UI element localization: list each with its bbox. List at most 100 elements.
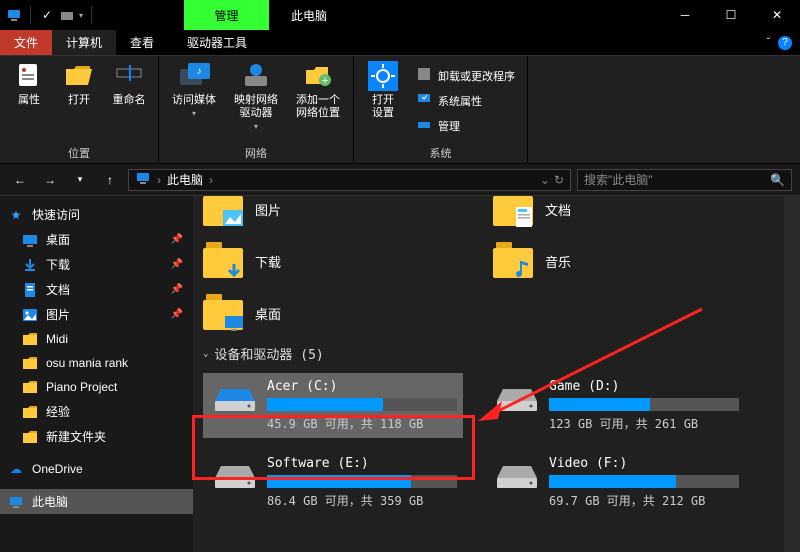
nav-this-pc[interactable]: 此电脑: [0, 489, 193, 514]
sysprops-icon: [416, 91, 432, 110]
drive-name: Acer (C:): [267, 379, 457, 394]
tab-drive-tools[interactable]: 驱动器工具: [173, 30, 261, 55]
folder-name: 文档: [545, 200, 571, 219]
qat-check-icon[interactable]: ✓: [39, 7, 55, 23]
nav-recent-button[interactable]: ▾: [68, 168, 92, 192]
addr-dropdown-icon[interactable]: ⌄: [540, 173, 550, 187]
sidebar-item[interactable]: Midi: [0, 327, 193, 351]
btn-open-settings[interactable]: 打开 设置: [362, 60, 404, 120]
annotation-arrow: [472, 303, 712, 425]
sidebar-item[interactable]: 图片📌: [0, 302, 193, 327]
btn-add-network-location[interactable]: + 添加一个 网络位置: [291, 60, 345, 120]
sidebar-item[interactable]: osu mania rank: [0, 351, 193, 375]
qat-folder-icon[interactable]: [59, 7, 75, 23]
btn-properties[interactable]: 属性: [8, 60, 50, 107]
nav-quick-access[interactable]: ★ 快速访问: [0, 202, 193, 227]
btn-rename[interactable]: 重命名: [108, 60, 150, 107]
lnk-system-properties[interactable]: 系统属性: [412, 89, 519, 112]
drive-icon: [209, 379, 257, 415]
btn-open[interactable]: 打开: [58, 60, 100, 107]
tab-computer[interactable]: 计算机: [52, 30, 116, 55]
open-folder-icon: [63, 60, 95, 92]
tab-file[interactable]: 文件: [0, 30, 52, 55]
desktop-icon: [22, 232, 38, 248]
sidebar-item-label: Piano Project: [46, 380, 117, 394]
drive-item[interactable]: Acer (C:) 45.9 GB 可用，共 118 GB: [203, 373, 463, 438]
rename-icon: [113, 60, 145, 92]
lnk-manage[interactable]: 管理: [412, 114, 519, 137]
context-tab-manage[interactable]: 管理: [184, 0, 269, 30]
sidebar-item-label: Midi: [46, 332, 68, 346]
collapse-icon: ⌄: [203, 349, 208, 359]
folder-name: 音乐: [545, 252, 571, 271]
btn-map-network-drive[interactable]: 映射网络 驱动器▾: [229, 60, 283, 131]
nav-back-button[interactable]: ←: [8, 168, 32, 192]
search-input[interactable]: 搜索"此电脑" 🔍: [577, 169, 792, 191]
breadcrumb-thispc[interactable]: 此电脑: [167, 171, 203, 188]
nav-forward-button[interactable]: →: [38, 168, 62, 192]
nav-onedrive[interactable]: ☁ OneDrive: [0, 457, 193, 481]
drive-usage-text: 86.4 GB 可用，共 359 GB: [267, 492, 457, 509]
picture-icon: [22, 307, 38, 323]
sidebar-item[interactable]: Piano Project: [0, 375, 193, 399]
folder-icon: [22, 355, 38, 371]
sidebar-item[interactable]: 下载📌: [0, 252, 193, 277]
chevron-right-icon[interactable]: ›: [157, 173, 161, 187]
close-button[interactable]: ✕: [754, 0, 800, 30]
drive-usage-text: 45.9 GB 可用，共 118 GB: [267, 415, 457, 432]
group-network-label: 网络: [167, 143, 345, 161]
sidebar-item-label: 新建文件夹: [46, 428, 106, 445]
manage-icon: [416, 116, 432, 135]
collapse-ribbon-icon[interactable]: ˇ: [767, 37, 770, 48]
drive-usage-text: 69.7 GB 可用，共 212 GB: [549, 492, 739, 509]
sidebar-item[interactable]: 新建文件夹: [0, 424, 193, 449]
properties-icon: [13, 60, 45, 92]
sidebar-item[interactable]: 文档 📌: [0, 277, 193, 302]
scrollbar-vertical[interactable]: [784, 196, 800, 552]
drive-icon: [209, 456, 257, 492]
nav-tree[interactable]: ★ 快速访问 桌面📌下载📌 文档 📌 图片📌 Midi osu mania rank Pia…: [0, 196, 193, 552]
folder-icon: [22, 331, 38, 347]
drive-icon: [491, 456, 539, 492]
folder-item[interactable]: 图片: [203, 196, 443, 228]
help-icon[interactable]: ?: [778, 36, 792, 50]
btn-access-media[interactable]: ♪ 访问媒体▾: [167, 60, 221, 118]
folder-icon: [203, 294, 245, 332]
group-system-label: 系统: [362, 143, 519, 161]
pin-icon: 📌: [171, 284, 183, 295]
drive-name: Video (F:): [549, 456, 739, 471]
sidebar-item-label: 文档: [46, 281, 70, 298]
window-title: 此电脑: [291, 7, 327, 24]
folder-item[interactable]: 桌面: [203, 294, 443, 332]
lnk-uninstall[interactable]: 卸载或更改程序: [412, 64, 519, 87]
minimize-button[interactable]: ─: [662, 0, 708, 30]
svg-text:♪: ♪: [197, 66, 202, 77]
sidebar-item-label: 桌面: [46, 231, 70, 248]
sidebar-item[interactable]: 经验: [0, 399, 193, 424]
drive-item[interactable]: Video (F:) 69.7 GB 可用，共 212 GB: [485, 450, 745, 515]
folder-icon: [22, 429, 38, 445]
folder-name: 桌面: [255, 304, 281, 323]
tab-view[interactable]: 查看: [116, 30, 168, 55]
folder-item[interactable]: 文档: [493, 196, 733, 228]
maximize-button[interactable]: ☐: [708, 0, 754, 30]
sidebar-item[interactable]: 桌面📌: [0, 227, 193, 252]
svg-text:+: +: [322, 75, 328, 87]
address-bar[interactable]: › 此电脑 › ⌄ ↻: [128, 169, 571, 191]
addr-refresh-icon[interactable]: ↻: [554, 173, 564, 187]
folder-item[interactable]: 音乐: [493, 242, 733, 280]
folder-icon: [203, 242, 245, 280]
group-location-label: 位置: [8, 143, 150, 161]
titlebar: ✓ ▾ 管理 此电脑 ─ ☐ ✕: [0, 0, 800, 30]
pc-icon: [8, 494, 24, 510]
folder-icon: [22, 404, 38, 420]
nav-up-button[interactable]: ↑: [98, 168, 122, 192]
download-icon: [22, 257, 38, 273]
address-bar-row: ← → ▾ ↑ › 此电脑 › ⌄ ↻ 搜索"此电脑" 🔍: [0, 164, 800, 196]
drive-item[interactable]: Software (E:) 86.4 GB 可用，共 359 GB: [203, 450, 463, 515]
drive-name: Software (E:): [267, 456, 457, 471]
chevron-right-icon[interactable]: ›: [209, 173, 213, 187]
drive-usage-bar: [267, 398, 457, 411]
qat-chevron-icon[interactable]: ▾: [79, 11, 83, 20]
folder-item[interactable]: 下载: [203, 242, 443, 280]
